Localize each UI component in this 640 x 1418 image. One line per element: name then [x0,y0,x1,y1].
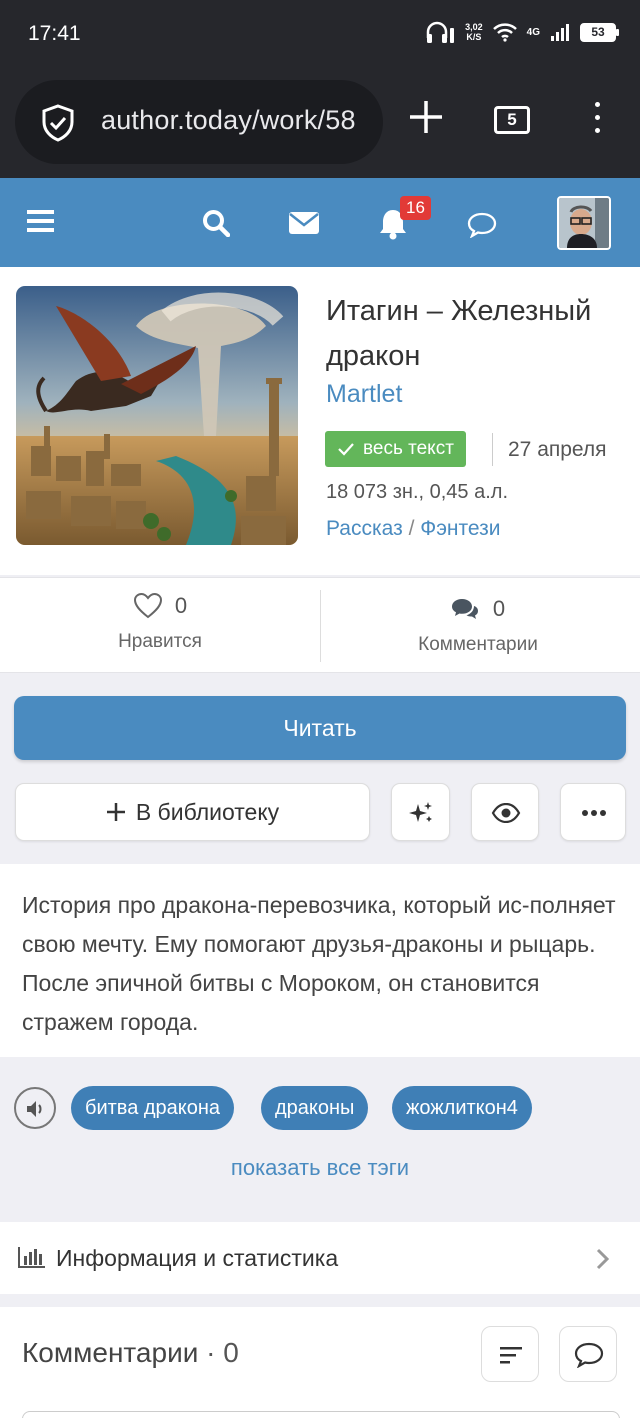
sort-icon [500,1347,522,1364]
network-type: 4G [526,26,540,38]
likes-label: Нравится [118,631,202,652]
tag-chip[interactable]: битва дракона [71,1086,235,1130]
comment-bubble-icon [574,1342,604,1368]
genre-separator: / [408,517,415,540]
chevron-right-icon [596,1248,610,1270]
notification-badge: 16 [400,196,431,220]
annotation-text: История про дракона-перевозчика, который… [22,892,616,1035]
hamburger-icon[interactable] [27,210,54,232]
tag-chip[interactable]: драконы [261,1086,369,1130]
show-all-tags-link[interactable]: показать все тэги [0,1155,640,1181]
tag-chip[interactable]: жожлиткон4 [392,1086,532,1130]
comment-input[interactable] [22,1411,620,1418]
mail-icon[interactable] [289,212,319,234]
comments-icon[interactable] [451,598,479,620]
new-tab-plus-icon[interactable] [407,98,445,136]
info-stats-row[interactable]: Информация и статистика [0,1222,640,1294]
tabs-count-button[interactable]: 5 [494,106,530,134]
chat-icon[interactable] [467,212,497,238]
comments-title: Комментарии · 0 [22,1337,239,1369]
search-icon[interactable] [202,209,230,237]
user-photo [559,198,609,248]
headphones-icon [426,21,455,43]
likes-stat[interactable]: 0 Нравится [60,592,260,653]
speaker-icon [27,1101,42,1117]
watch-button[interactable] [471,783,539,841]
comments-section: Комментарии · 0 [0,1307,640,1418]
avatar[interactable] [557,196,611,250]
add-to-library-label: В библиотеку [135,798,280,825]
plus-icon [106,803,125,821]
comments-label: Комментарии [418,634,538,655]
comments-count: 0 [492,596,506,621]
sort-comments-button[interactable] [481,1326,539,1382]
cover-image [16,286,298,545]
address-bar[interactable]: author.today/work/58 [15,80,383,164]
chart-icon [18,1247,45,1268]
likes-count: 0 [174,592,188,618]
status-icons: 3,02 K/S 4G 53 [425,20,619,44]
more-actions-button[interactable] [560,783,626,841]
divider [492,433,493,466]
comments-title-text: Комментарии [22,1337,199,1368]
net-speed: 3,02 K/S [465,22,483,42]
add-to-library-button[interactable]: В библиотеку [15,783,370,841]
publish-date: 27 апреля [508,438,607,461]
more-vert-icon[interactable] [590,102,604,141]
recommend-button[interactable] [391,783,450,841]
heart-icon[interactable] [133,592,163,619]
status-badge: весь текст [325,431,466,467]
comments-title-separator: · [206,1337,216,1368]
net-speed-unit: K/S [466,32,482,42]
form-link[interactable]: Рассказ [326,517,403,540]
more-horiz-icon [582,810,606,816]
comments-title-count: 0 [223,1337,239,1368]
check-icon [338,443,354,456]
status-time: 17:41 [28,22,81,45]
browser-toolbar: author.today/work/58 5 [0,68,640,178]
eye-icon [491,803,521,823]
net-speed-value: 3,02 [465,22,483,32]
divider [320,590,321,662]
add-comment-button[interactable] [559,1326,617,1382]
url-text[interactable]: author.today/work/58 [101,105,369,136]
battery-indicator: 53 [580,22,619,42]
book-cover[interactable] [16,286,298,545]
genre-line: Рассказ / Фэнтези [326,517,501,541]
wifi-icon [492,23,517,42]
stats-row: 0 Нравится 0 Комментарии [0,577,640,673]
status-label: весь текст [363,438,454,459]
book-author[interactable]: Martlet [326,380,402,409]
book-title[interactable]: Итагин – Железный дракон [326,289,626,379]
genre-link[interactable]: Фэнтези [420,517,500,540]
status-bar: 17:41 3,02 K/S 4G 53 [0,0,640,68]
book-size: 18 073 зн., 0,45 а.л. [326,481,509,503]
shield-icon[interactable] [41,104,75,142]
info-stats-label: Информация и статистика [56,1245,339,1271]
sparkle-icon [409,802,432,822]
comments-stat[interactable]: 0 Комментарии [378,596,578,656]
site-header [0,178,640,267]
read-button[interactable]: Читать [14,696,626,760]
annotation-block: История про дракона-перевозчика, который… [0,864,640,1057]
signal-icon [551,24,569,41]
book-card: Итагин – Железный дракон Martlet весь те… [0,267,640,575]
tts-button[interactable] [14,1087,56,1129]
